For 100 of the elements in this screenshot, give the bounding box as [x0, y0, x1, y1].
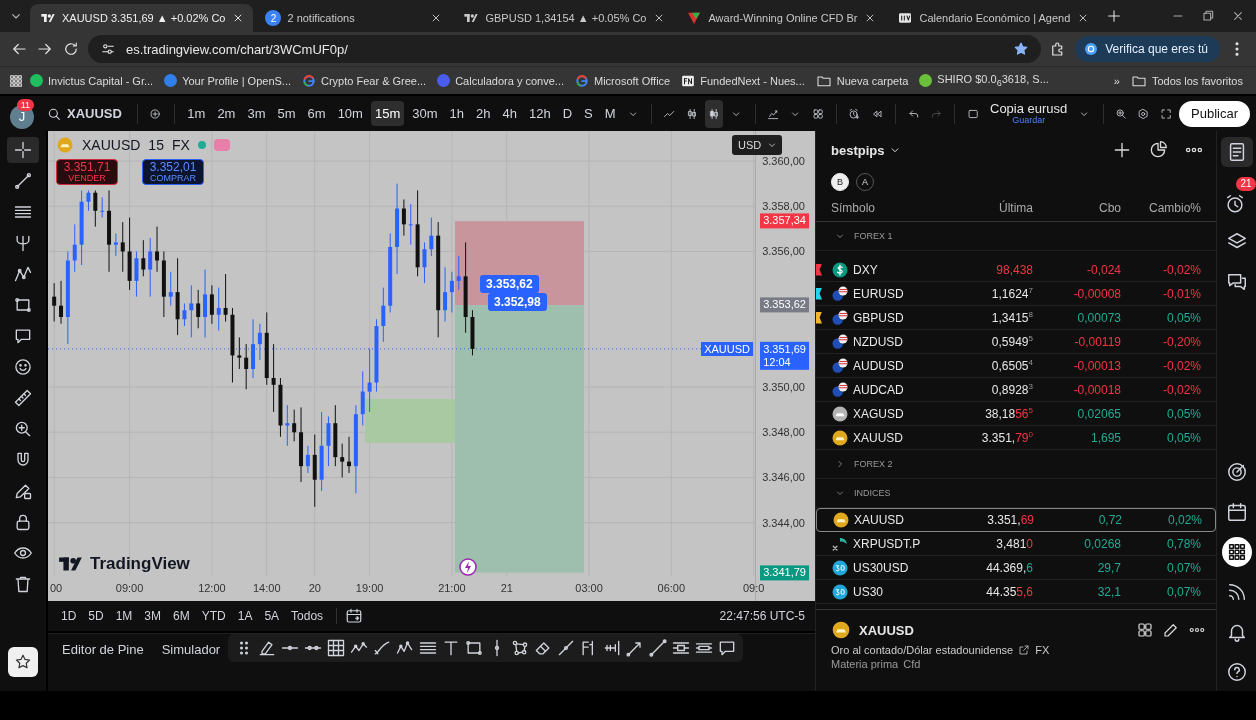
- rectangle-icon[interactable]: [464, 638, 484, 658]
- range-button[interactable]: 5A: [259, 605, 285, 627]
- apps-icon[interactable]: [8, 72, 24, 89]
- interval-button[interactable]: 1h: [445, 101, 468, 126]
- group-header[interactable]: FOREX 2: [816, 450, 1216, 479]
- range-button[interactable]: 6M: [168, 605, 195, 627]
- verify-button[interactable]: Verifica que eres tú: [1075, 36, 1220, 62]
- range-button[interactable]: 1D: [56, 605, 82, 627]
- watchlist-row[interactable]: XAGUSD 38,1856$^{5}$ 0,02065 0,05%: [816, 402, 1216, 426]
- add-symbol-icon[interactable]: [1112, 140, 1132, 160]
- reload-icon[interactable]: [62, 40, 80, 58]
- interval-button[interactable]: 15m: [370, 101, 405, 126]
- nodes-icon[interactable]: [510, 638, 530, 658]
- bookmark-link[interactable]: Crypto Fear & Gree...: [297, 71, 432, 90]
- panel-tab[interactable]: Editor de Pine: [62, 642, 144, 657]
- interval-button[interactable]: 12h: [524, 101, 555, 126]
- restore-icon[interactable]: [1200, 8, 1216, 24]
- interval-button[interactable]: 5m: [273, 101, 300, 126]
- group-header[interactable]: INDICES: [816, 479, 1216, 508]
- buy-button[interactable]: 3.352,01 COMPRAR: [142, 159, 204, 185]
- crosshair-tool[interactable]: [7, 137, 39, 163]
- price-tick: 3.360,00: [762, 155, 805, 168]
- date-range-icon[interactable]: [345, 607, 364, 625]
- watchlist-row[interactable]: XRPUSDT.P 3,4810 0,0268 0,78%: [816, 532, 1216, 556]
- interval-button[interactable]: 1m: [183, 101, 210, 126]
- browser-tab[interactable]: XAUUSD 3.351,69 ▲ +0.02% Co: [30, 4, 254, 32]
- symbol-label: DXY: [853, 262, 879, 277]
- candlestick-icon[interactable]: [704, 99, 724, 128]
- publish-button[interactable]: Publicar: [1179, 100, 1250, 127]
- range-button[interactable]: 1A: [232, 605, 258, 627]
- bookmark-link[interactable]: Your Profile | OpenS...: [159, 72, 296, 89]
- sell-button[interactable]: 3.351,71 VENDER: [56, 159, 118, 185]
- interval-button[interactable]: S: [580, 101, 597, 126]
- candlestick: [203, 269, 208, 338]
- symbol-search-button[interactable]: XAUUSD: [40, 101, 128, 126]
- watchlist-title-button[interactable]: bestpips: [831, 142, 903, 158]
- bookmark-link[interactable]: Nueva carpeta: [810, 70, 914, 91]
- range-button[interactable]: YTD: [196, 605, 231, 627]
- interval-button[interactable]: 6m: [303, 101, 330, 126]
- browser-tab[interactable]: GBPUSD 1,34154 ▲ +0.05% Co: [453, 4, 675, 32]
- flag-lines-icon[interactable]: [602, 638, 622, 658]
- watchlist-button[interactable]: [1220, 137, 1253, 167]
- layout-grid-icon[interactable]: [1136, 621, 1154, 639]
- watchlist-row[interactable]: NZDUSD 0,5949$^{5}$ -0,00119 -0,20%: [816, 330, 1216, 354]
- interval-button[interactable]: 4h: [498, 101, 521, 126]
- candlestick: [381, 287, 386, 343]
- highlighter-icon[interactable]: [257, 638, 277, 658]
- watchlist-row[interactable]: EURUSD 1,1624$^{7}$ -0,00008 -0,01%: [816, 282, 1216, 306]
- browser-tab[interactable]: Award-Winning Online CFD Br: [676, 4, 886, 32]
- more-bookmarks-button[interactable]: »: [1108, 72, 1125, 89]
- interval-button[interactable]: 3m: [243, 101, 270, 126]
- clock-label[interactable]: 22:47:56 UTC-5: [719, 609, 807, 623]
- external-link-icon[interactable]: [1018, 644, 1031, 656]
- range-button[interactable]: 1M: [110, 605, 138, 627]
- watchlist-row[interactable]: XAUUSD 3.351,69 0,72 0,02%: [816, 508, 1216, 532]
- bookmark-link[interactable]: FundedNext - Nues...: [676, 71, 810, 90]
- browser-tab[interactable]: Calendario Económico | Agend: [887, 4, 1099, 32]
- watchlist-row[interactable]: AUDUSD 0,6505$^{4}$ -0,00013 -0,02%: [816, 354, 1216, 378]
- watchlist-row[interactable]: GBPUSD 1,3415$^{8}$ 0,00073 0,05%: [816, 306, 1216, 330]
- watchlist-row[interactable]: DXY 98,438 -0,024 -0,02%: [816, 258, 1216, 282]
- currency-dropdown[interactable]: USD: [732, 135, 782, 155]
- interval-button[interactable]: 10m: [333, 101, 367, 126]
- layout-name-button[interactable]: Copia eurusd Guardar: [986, 101, 1072, 126]
- line-segment-icon[interactable]: [648, 638, 668, 658]
- percent-value: 0,05%: [1165, 310, 1201, 325]
- pie-chart-icon[interactable]: [1148, 140, 1168, 160]
- grid-icon[interactable]: [326, 638, 346, 658]
- notification-badge: 2: [265, 10, 282, 26]
- new-tab-icon[interactable]: [1106, 8, 1123, 24]
- bookmark-link[interactable]: Invictus Capital - Gr...: [25, 72, 159, 89]
- category-label: Materia prima: [831, 658, 899, 670]
- interval-button[interactable]: 2m: [213, 101, 240, 126]
- interval-button[interactable]: M: [600, 101, 620, 126]
- address-bar[interactable]: es.tradingview.com/chart/3WCmUF0p/: [88, 35, 1042, 63]
- bookmark-link[interactable]: Microsoft Office: [570, 71, 676, 90]
- site-logo-icon: [897, 10, 914, 26]
- interval-button[interactable]: 30m: [408, 101, 442, 126]
- watchlist-row[interactable]: US30 44.355,6 32,1 0,07%: [816, 580, 1216, 604]
- browser-tab[interactable]: 2 2 notifications: [255, 4, 452, 32]
- diagonal-line-icon[interactable]: [556, 638, 576, 658]
- range-button[interactable]: 3M: [139, 605, 167, 627]
- edit-icon[interactable]: [1162, 621, 1180, 639]
- watchlist-row[interactable]: AUDCAD 0,8928$^{3}$ -0,00018 -0,02%: [816, 378, 1216, 402]
- panel-tab[interactable]: Simulador: [161, 642, 221, 657]
- all-bookmarks-link[interactable]: Todos los favoritos: [1125, 70, 1248, 91]
- view-toggle[interactable]: B: [831, 173, 849, 191]
- bookmark-star-icon[interactable]: [1013, 41, 1030, 57]
- group-header[interactable]: FOREX 1: [816, 222, 1216, 251]
- favorites-button[interactable]: [8, 647, 38, 677]
- apps-button[interactable]: [1221, 537, 1252, 567]
- price-tag: 3.341,79: [760, 565, 809, 581]
- lightning-icon[interactable]: [459, 558, 477, 576]
- watchlist-row[interactable]: US30USD 44.369,6 29,7 0,07%: [816, 556, 1216, 580]
- interval-button[interactable]: D: [558, 101, 576, 126]
- bookmark-link[interactable]: SHIRO $0.0$_{6}$3618, S...: [914, 70, 1054, 91]
- range-button[interactable]: 5D: [83, 605, 109, 627]
- range-button[interactable]: Todos: [286, 605, 329, 627]
- bookmark-link[interactable]: Calculadora y conve...: [432, 72, 569, 89]
- interval-button[interactable]: 2h: [472, 101, 495, 126]
- watchlist-row[interactable]: XAUUSD 3.351,79$^{0}$ 1,695 0,05%: [816, 426, 1216, 450]
